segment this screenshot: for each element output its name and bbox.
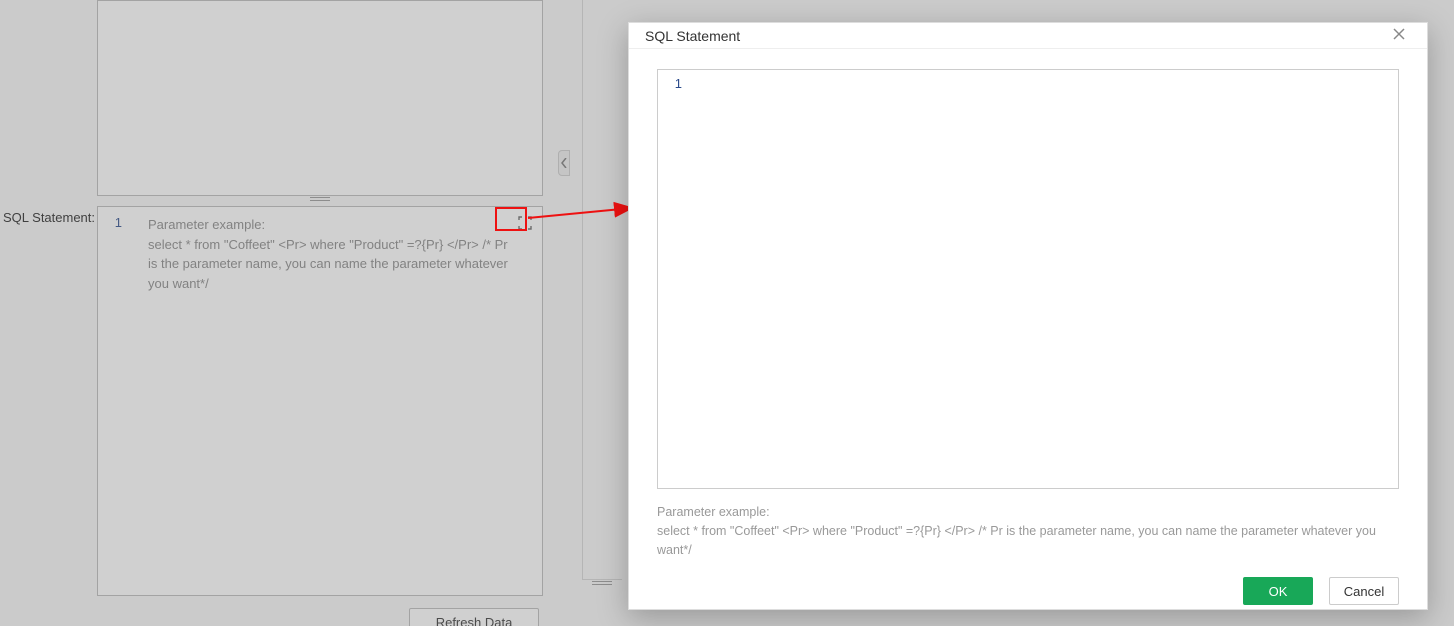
parameter-hint: Parameter example: select * from "Coffee… bbox=[657, 503, 1399, 559]
cancel-button[interactable]: Cancel bbox=[1329, 577, 1399, 605]
splitter-handle-upper[interactable] bbox=[97, 196, 543, 202]
expand-editor-button[interactable] bbox=[514, 213, 536, 235]
sql-statement-dialog: SQL Statement 1 Parameter example: selec… bbox=[628, 22, 1428, 610]
placeholder-line: Parameter example: bbox=[148, 217, 265, 232]
line-number: 1 bbox=[98, 207, 130, 230]
hint-line: Parameter example: bbox=[657, 505, 770, 519]
dialog-footer: OK Cancel bbox=[629, 573, 1427, 609]
editor-gutter: 1 bbox=[98, 207, 130, 595]
cancel-label: Cancel bbox=[1344, 584, 1384, 599]
close-icon bbox=[1393, 28, 1405, 43]
splitter-handle-right[interactable] bbox=[582, 580, 622, 586]
expand-icon bbox=[518, 216, 532, 233]
sql-statement-label: SQL Statement: bbox=[3, 210, 95, 225]
panel-collapse-toggle[interactable] bbox=[558, 150, 570, 176]
dialog-title: SQL Statement bbox=[645, 28, 740, 44]
ok-button[interactable]: OK bbox=[1243, 577, 1313, 605]
upper-panel bbox=[97, 0, 543, 196]
refresh-label: Refresh Data bbox=[436, 615, 513, 626]
close-button[interactable] bbox=[1387, 24, 1411, 48]
sql-editor[interactable]: 1 Parameter example: select * from "Coff… bbox=[97, 206, 543, 596]
viewport: SQL Statement: 1 Parameter example: sele… bbox=[0, 0, 1454, 626]
refresh-data-button[interactable]: Refresh Data bbox=[409, 608, 539, 626]
line-number: 1 bbox=[658, 70, 688, 91]
editor-placeholder: Parameter example: select * from "Coffee… bbox=[148, 215, 508, 293]
dialog-body: 1 Parameter example: select * from "Coff… bbox=[629, 49, 1427, 573]
ok-label: OK bbox=[1269, 584, 1288, 599]
dialog-sql-editor[interactable]: 1 bbox=[657, 69, 1399, 489]
right-panel-edge bbox=[582, 0, 622, 580]
dialog-header: SQL Statement bbox=[629, 23, 1427, 49]
editor-gutter: 1 bbox=[658, 70, 688, 488]
hint-line: select * from "Coffeet" <Pr> where "Prod… bbox=[657, 524, 1376, 557]
placeholder-line: select * from "Coffeet" <Pr> where "Prod… bbox=[148, 237, 508, 291]
